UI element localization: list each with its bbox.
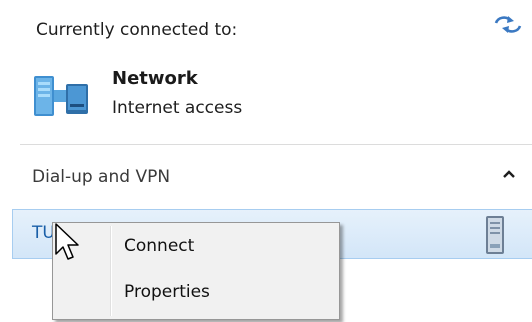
network-status: Internet access xyxy=(112,98,243,118)
refresh-icon xyxy=(494,16,522,33)
mouse-cursor-icon xyxy=(54,222,84,262)
menu-item-properties[interactable]: Properties xyxy=(56,273,336,313)
menu-item-label: Connect xyxy=(124,236,195,256)
network-name: Network xyxy=(112,68,198,89)
chevron-up-icon[interactable] xyxy=(499,165,519,185)
section-title: Dial-up and VPN xyxy=(32,167,171,187)
connection-header: Currently connected to: xyxy=(36,20,238,40)
menu-item-connect[interactable]: Connect xyxy=(56,227,336,267)
vpn-connection-icon xyxy=(478,214,512,258)
menu-item-label: Properties xyxy=(124,282,210,302)
section-divider xyxy=(20,144,532,145)
refresh-button[interactable] xyxy=(492,12,524,38)
network-icon xyxy=(32,74,90,118)
